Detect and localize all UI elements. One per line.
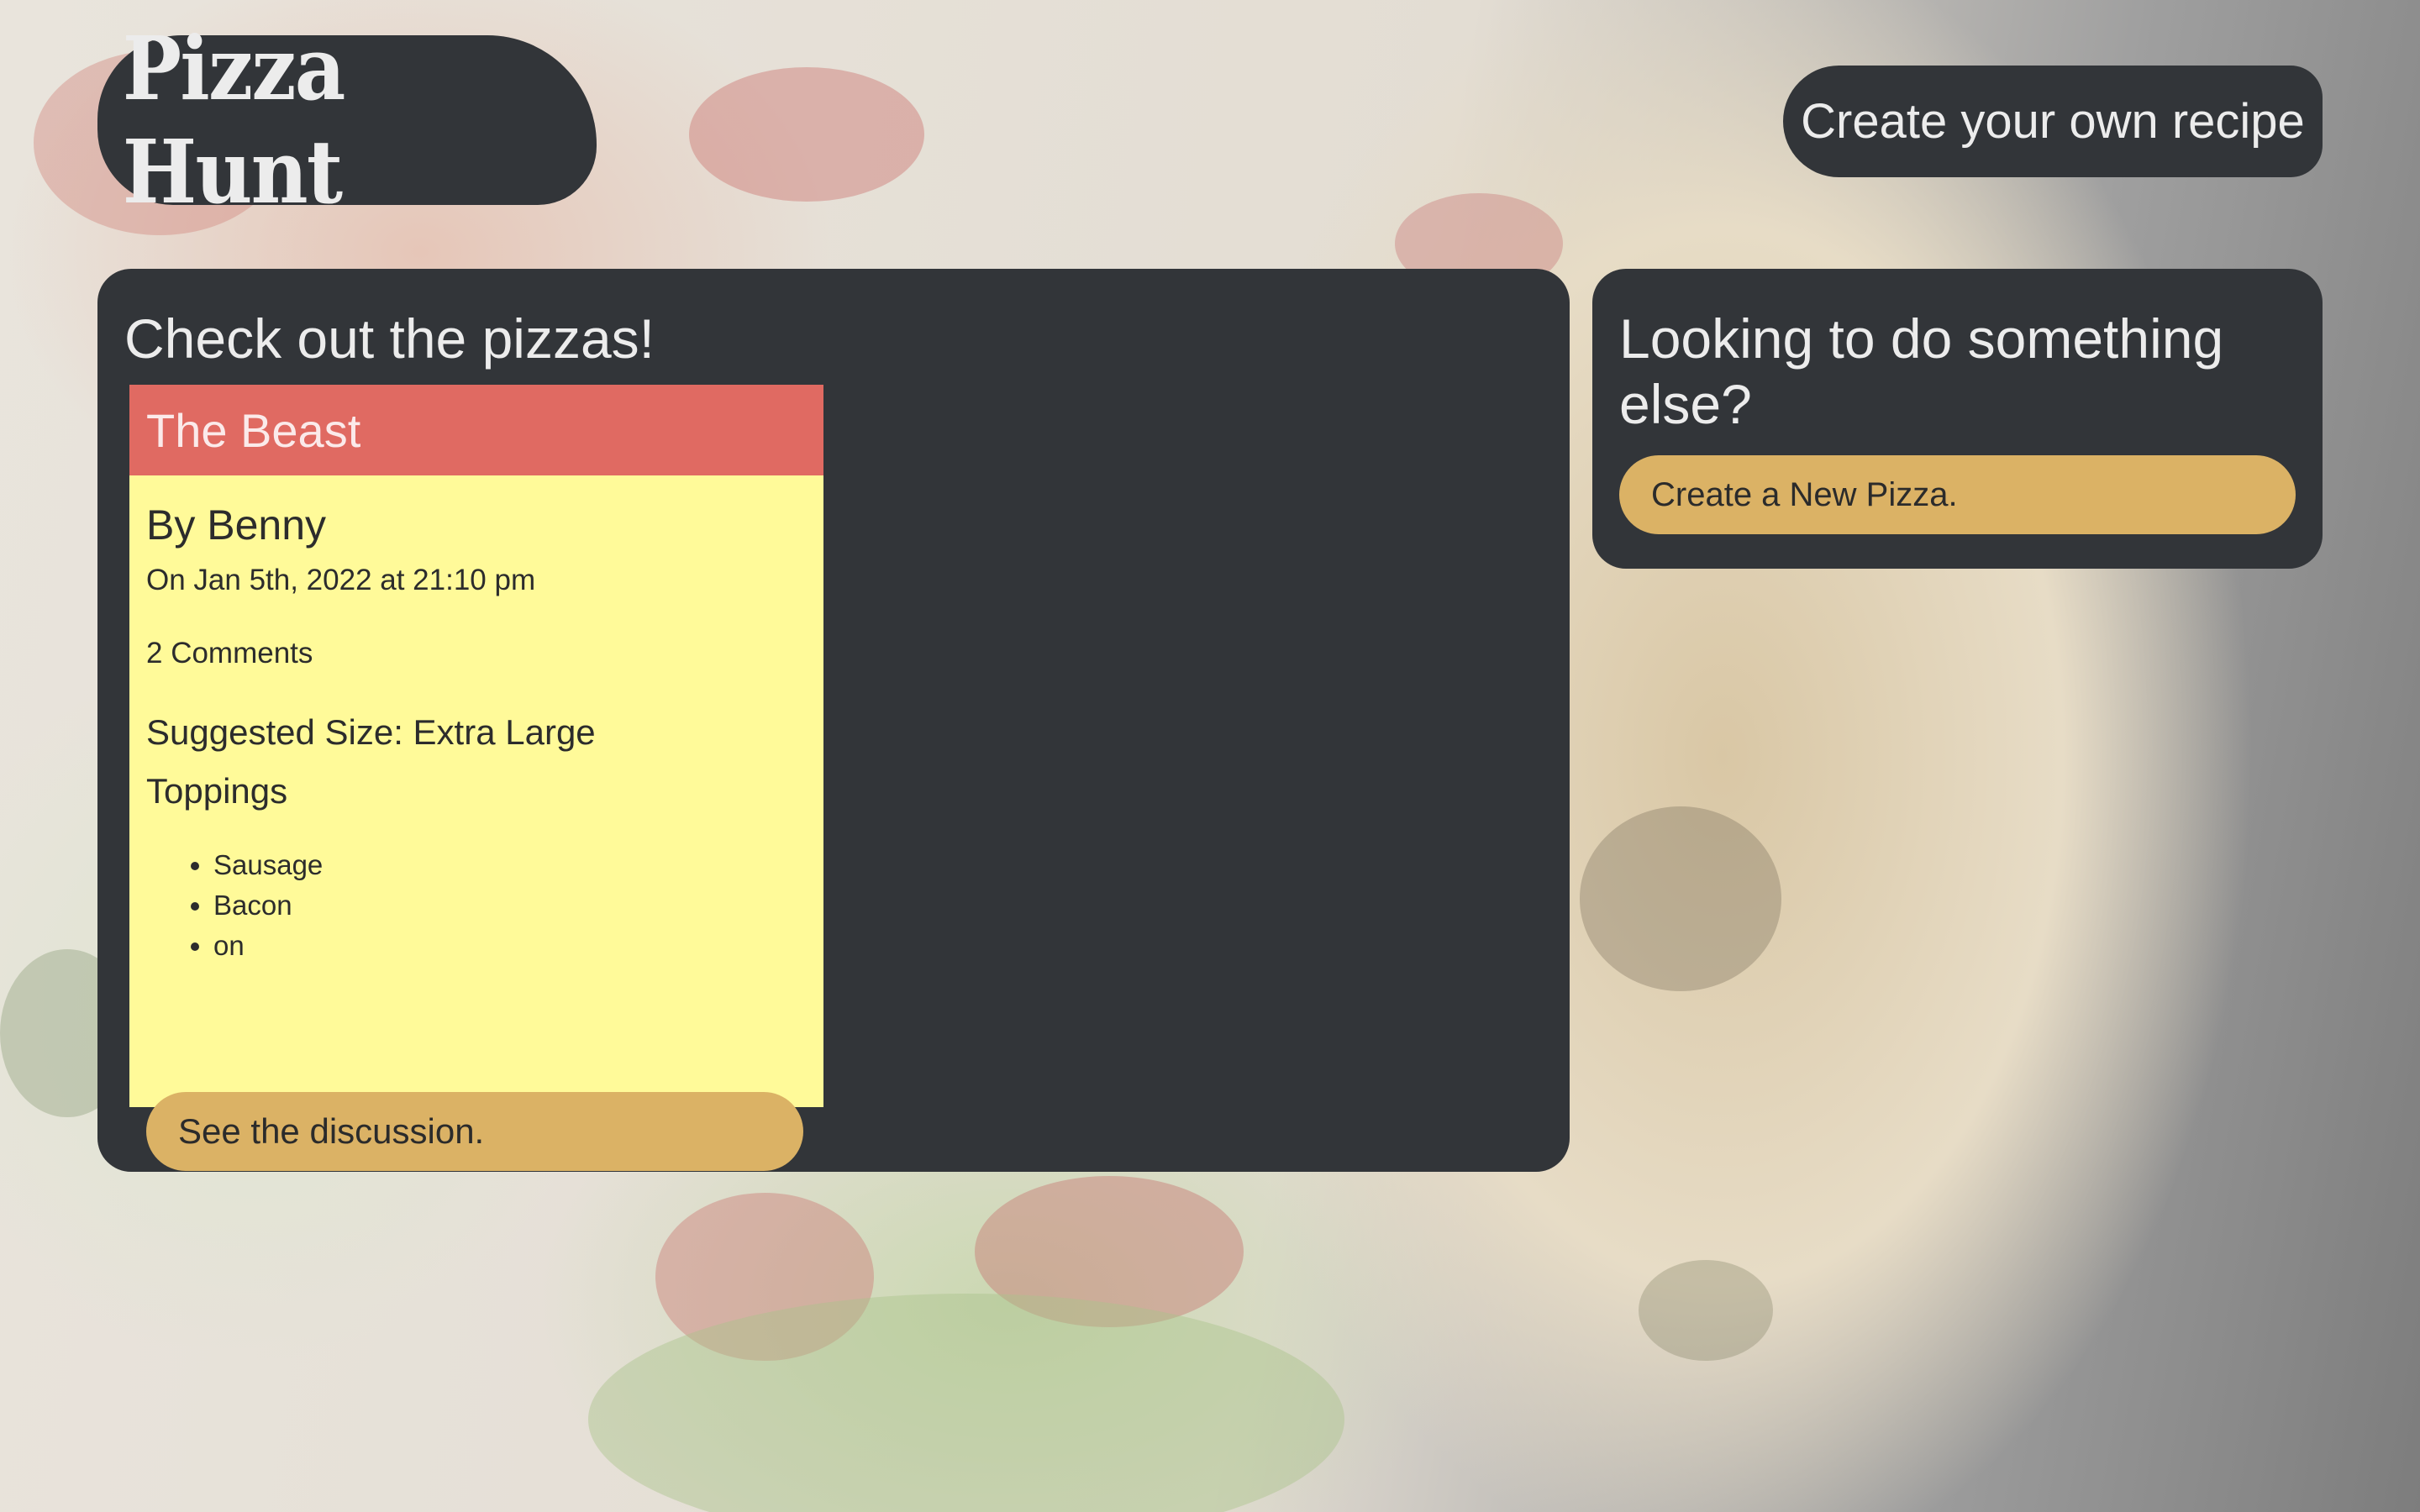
logo-text: Pizza Hunt <box>122 17 346 223</box>
topping-item: on <box>213 926 323 966</box>
see-discussion-button[interactable]: See the discussion. <box>146 1092 803 1171</box>
create-recipe-link[interactable]: Create your own recipe <box>1783 66 2323 177</box>
pizza-suggested-size: Suggested Size: Extra Large <box>146 712 596 752</box>
pizza-list-panel: Check out the pizzas! The Beast By Benny… <box>97 269 1570 1172</box>
pizza-list-title: Check out the pizzas! <box>124 307 655 370</box>
pizza-name: The Beast <box>129 385 823 475</box>
logo[interactable]: Pizza Hunt <box>97 17 597 223</box>
topping-item: Bacon <box>213 885 323 926</box>
pizza-comment-count: 2 Comments <box>146 637 313 669</box>
topping-item: Sausage <box>213 845 323 885</box>
side-panel-title: Looking to do something else? <box>1619 307 2224 435</box>
toppings-label: Toppings <box>146 771 288 811</box>
side-panel: Looking to do something else? Create a N… <box>1592 269 2323 569</box>
pizza-author: By Benny <box>146 501 327 549</box>
pizza-card: The Beast By Benny On Jan 5th, 2022 at 2… <box>129 385 823 1171</box>
create-new-pizza-button[interactable]: Create a New Pizza. <box>1619 455 2296 534</box>
toppings-list: Sausage Bacon on <box>146 845 323 966</box>
pizza-date: On Jan 5th, 2022 at 21:10 pm <box>146 564 536 596</box>
